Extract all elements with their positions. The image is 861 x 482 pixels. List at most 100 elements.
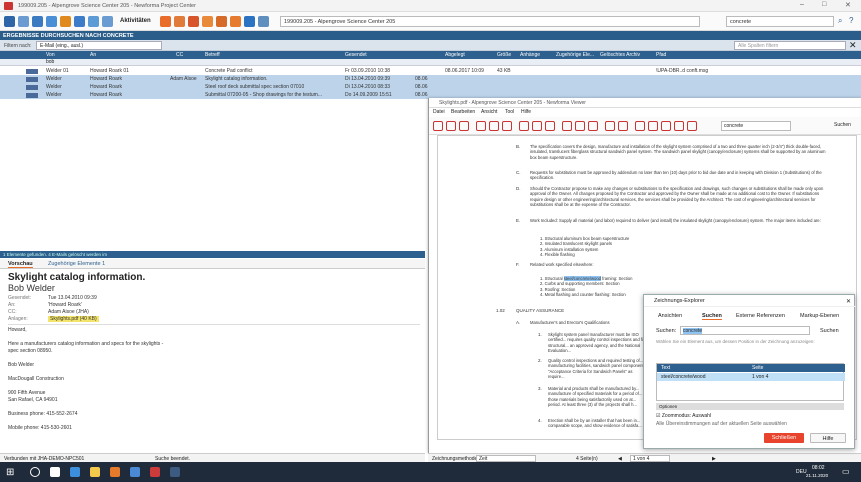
filter-type-select[interactable]: E-Mail (eing., ausl.) xyxy=(36,41,162,50)
zoom-select[interactable]: Zeit xyxy=(476,455,536,462)
col-size[interactable]: Größe xyxy=(497,52,511,58)
col-from[interactable]: Von xyxy=(46,52,55,58)
col-page[interactable]: Seite xyxy=(752,365,763,371)
from-filter-value[interactable]: bob xyxy=(46,59,54,65)
layers-icon[interactable] xyxy=(502,121,512,131)
folder-icon[interactable] xyxy=(174,16,185,27)
menu-file[interactable]: Datei xyxy=(433,109,445,115)
zoom-previous-icon[interactable] xyxy=(687,121,697,131)
col-deleted[interactable]: Gelöschtes Archiv xyxy=(600,52,640,58)
document-icon[interactable] xyxy=(216,16,227,27)
globe-icon[interactable] xyxy=(74,16,85,27)
home-icon[interactable] xyxy=(46,16,57,27)
highlight-option[interactable]: Alle Übereinstimmungen auf der aktuellen… xyxy=(656,421,787,427)
col-filed[interactable]: Abgelegt xyxy=(445,52,465,58)
pan-icon[interactable] xyxy=(519,121,529,131)
zoom-window-icon[interactable] xyxy=(674,121,684,131)
email-icon[interactable] xyxy=(160,16,171,27)
action-items-icon[interactable] xyxy=(230,16,241,27)
markup-icon[interactable] xyxy=(258,16,269,27)
dialog-search-button[interactable]: Suchen xyxy=(820,328,839,334)
grid-icon[interactable] xyxy=(605,121,615,131)
col-subject[interactable]: Betreff xyxy=(205,52,220,58)
open-icon[interactable] xyxy=(433,121,443,131)
minimize-icon[interactable]: – xyxy=(800,1,804,8)
notification-icon[interactable]: ▭ xyxy=(842,467,850,476)
forward-icon[interactable] xyxy=(18,16,29,27)
clear-filter-icon[interactable]: ✕ xyxy=(849,40,857,51)
col-path[interactable]: Pfad xyxy=(656,52,666,58)
col-related[interactable]: Zugehörige Ele... xyxy=(556,52,594,58)
tab-related[interactable]: Zugehörige Elemente 1 xyxy=(48,261,105,267)
grid-icon[interactable] xyxy=(88,16,99,27)
column-filter-input[interactable]: Alle Spalten filtern xyxy=(734,41,846,50)
search-icon[interactable] xyxy=(30,467,40,477)
search-highlight[interactable]: steel/concrete/wood xyxy=(563,276,601,281)
explorer-icon[interactable] xyxy=(90,467,100,477)
app-icon[interactable] xyxy=(170,467,180,477)
menu-tool[interactable]: Tool xyxy=(505,109,514,115)
tab-preview[interactable]: Vorschau xyxy=(8,261,33,268)
text-icon[interactable] xyxy=(562,121,572,131)
edge-icon[interactable] xyxy=(70,467,80,477)
start-icon[interactable]: ⊞ xyxy=(6,467,14,478)
table-row-selected[interactable]: Welder Howard Roark Adam Alsoe Skylight … xyxy=(0,75,861,83)
maximize-icon[interactable]: □ xyxy=(822,1,826,8)
app-icon[interactable] xyxy=(150,467,160,477)
project-selector[interactable]: 199009.205 - Alpengrove Science Center 2… xyxy=(280,16,700,27)
tab-views[interactable]: Ansichten xyxy=(658,313,682,319)
dialog-search-input[interactable]: concrete xyxy=(680,326,810,335)
global-search-input[interactable]: concrete xyxy=(726,16,834,27)
cloud-icon[interactable] xyxy=(588,121,598,131)
tab-xrefs[interactable]: Externe Referenzen xyxy=(736,313,785,319)
close-icon[interactable]: ✕ xyxy=(845,1,851,9)
attachment-link[interactable]: Skylights.pdf (40 KB) xyxy=(48,316,99,322)
measure-icon[interactable] xyxy=(545,121,555,131)
app-icon[interactable] xyxy=(130,467,140,477)
dialog-close-icon[interactable]: ✕ xyxy=(846,298,851,305)
clock-time[interactable]: 08:02 xyxy=(812,465,825,471)
zoom-in-icon[interactable] xyxy=(648,121,658,131)
settings-icon[interactable] xyxy=(60,16,71,27)
close-button[interactable]: Schließen xyxy=(764,433,804,443)
zoom-out-icon[interactable] xyxy=(661,121,671,131)
compare-icon[interactable] xyxy=(489,121,499,131)
help-button[interactable]: Hilfe xyxy=(810,433,846,443)
zoom-fit-icon[interactable] xyxy=(635,121,645,131)
viewer-search-input[interactable]: concrete xyxy=(721,121,791,131)
search-icon[interactable]: ⌕ xyxy=(838,16,842,26)
select-icon[interactable] xyxy=(532,121,542,131)
grid-filter-row[interactable]: bob xyxy=(0,59,861,66)
help-icon[interactable]: ? xyxy=(849,16,853,25)
transmittal-icon[interactable] xyxy=(188,16,199,27)
menu-view[interactable]: Ansicht xyxy=(481,109,497,115)
tab-markup-layers[interactable]: Markup-Ebenen xyxy=(800,313,839,319)
tab-search[interactable]: Suchen xyxy=(702,313,722,320)
col-attachments[interactable]: Anhänge xyxy=(520,52,540,58)
col-text[interactable]: Text xyxy=(661,365,670,371)
col-to[interactable]: An xyxy=(90,52,96,58)
back-icon[interactable] xyxy=(4,16,15,27)
stamp-icon[interactable] xyxy=(575,121,585,131)
submittal-icon[interactable] xyxy=(202,16,213,27)
col-cc[interactable]: CC xyxy=(176,52,183,58)
taskview-icon[interactable] xyxy=(50,467,60,477)
menu-edit[interactable]: Bearbeiten xyxy=(451,109,475,115)
markup-icon[interactable] xyxy=(476,121,486,131)
list-icon[interactable] xyxy=(102,16,113,27)
clock-date[interactable]: 21.11.2020 xyxy=(806,473,828,478)
options-header[interactable]: Optionen xyxy=(656,403,844,410)
activities-menu[interactable]: Aktivitäten xyxy=(120,18,151,24)
table-row[interactable]: Welder 01 Howard Roark 01 Concrete Pad c… xyxy=(0,67,861,75)
table-row-selected[interactable]: Welder Howard Roark Steel roof deck subm… xyxy=(0,83,861,91)
table-icon[interactable] xyxy=(618,121,628,131)
app-icon[interactable] xyxy=(110,467,120,477)
viewer-search-button[interactable]: Suchen xyxy=(834,122,851,128)
language-indicator[interactable]: DEU xyxy=(796,469,807,475)
col-sent[interactable]: Gesendet xyxy=(345,52,367,58)
save-icon[interactable] xyxy=(459,121,469,131)
print-icon[interactable] xyxy=(446,121,456,131)
result-row[interactable]: steel/concrete/wood 1 von 4 xyxy=(657,373,845,381)
contacts-icon[interactable] xyxy=(244,16,255,27)
refresh-icon[interactable] xyxy=(32,16,43,27)
